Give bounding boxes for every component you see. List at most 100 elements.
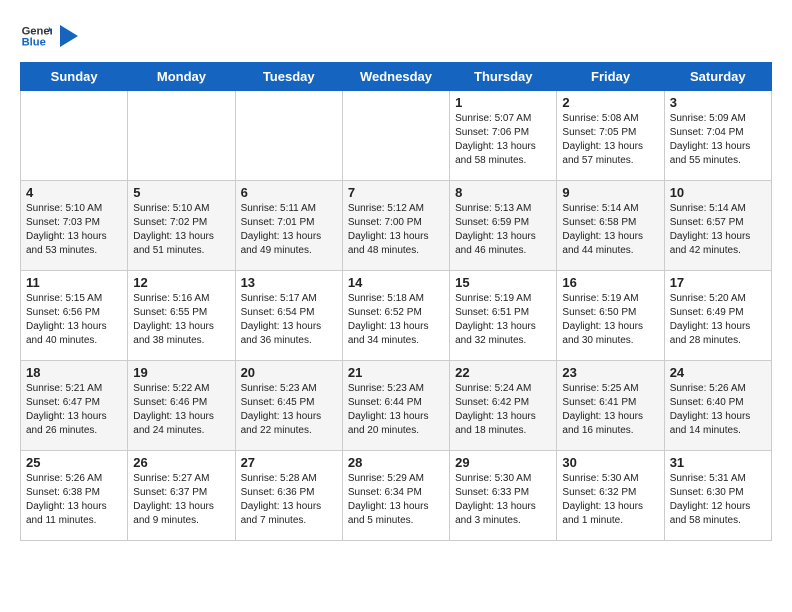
day-number: 28 <box>348 455 444 470</box>
calendar-header: SundayMondayTuesdayWednesdayThursdayFrid… <box>21 63 772 91</box>
calendar-cell: 25Sunrise: 5:26 AM Sunset: 6:38 PM Dayli… <box>21 451 128 541</box>
weekday-header-saturday: Saturday <box>664 63 771 91</box>
day-number: 12 <box>133 275 229 290</box>
cell-content: Sunrise: 5:25 AM Sunset: 6:41 PM Dayligh… <box>562 382 658 438</box>
cell-content: Sunrise: 5:24 AM Sunset: 6:42 PM Dayligh… <box>455 382 551 438</box>
logo: General Blue <box>20 20 78 52</box>
cell-content: Sunrise: 5:21 AM Sunset: 6:47 PM Dayligh… <box>26 382 122 438</box>
calendar-cell: 7 Sunrise: 5:12 AM Sunset: 7:00 PM Daylig… <box>342 181 449 271</box>
cell-content: Sunrise: 5:16 AM Sunset: 6:55 PM Dayligh… <box>133 292 229 348</box>
day-number: 7 <box>348 185 444 200</box>
page-header: General Blue <box>20 20 772 52</box>
cell-content: Sunrise: 5:07 AM Sunset: 7:06 PM Dayligh… <box>455 112 551 168</box>
cell-content: Sunrise: 5:23 AM Sunset: 6:45 PM Dayligh… <box>241 382 337 438</box>
calendar-cell: 4 Sunrise: 5:10 AM Sunset: 7:03 PM Daylig… <box>21 181 128 271</box>
day-number: 10 <box>670 185 766 200</box>
calendar-cell: 3Sunrise: 5:09 AM Sunset: 7:04 PM Daylig… <box>664 91 771 181</box>
calendar-cell: 18Sunrise: 5:21 AM Sunset: 6:47 PM Dayli… <box>21 361 128 451</box>
day-number: 9 <box>562 185 658 200</box>
day-number: 22 <box>455 365 551 380</box>
calendar-week-3: 11 Sunrise: 5:15 AM Sunset: 6:56 PM Dayli… <box>21 271 772 361</box>
cell-content: Sunrise: 5:29 AM Sunset: 6:34 PM Dayligh… <box>348 472 444 528</box>
cell-content: Sunrise: 5:14 AM Sunset: 6:57 PM Dayligh… <box>670 202 766 258</box>
calendar-cell: 28 Sunrise: 5:29 AM Sunset: 6:34 PM Dayli… <box>342 451 449 541</box>
day-number: 29 <box>455 455 551 470</box>
calendar-cell: 21 Sunrise: 5:23 AM Sunset: 6:44 PM Dayli… <box>342 361 449 451</box>
cell-content: Sunrise: 5:31 AM Sunset: 6:30 PM Dayligh… <box>670 472 766 528</box>
cell-content: Sunrise: 5:19 AM Sunset: 6:51 PM Dayligh… <box>455 292 551 348</box>
calendar-cell: 19 Sunrise: 5:22 AM Sunset: 6:46 PM Dayli… <box>128 361 235 451</box>
day-number: 16 <box>562 275 658 290</box>
cell-content: Sunrise: 5:27 AM Sunset: 6:37 PM Dayligh… <box>133 472 229 528</box>
weekday-header-thursday: Thursday <box>450 63 557 91</box>
day-number: 8 <box>455 185 551 200</box>
weekday-header-wednesday: Wednesday <box>342 63 449 91</box>
calendar-week-1: 1 Sunrise: 5:07 AM Sunset: 7:06 PM Daylig… <box>21 91 772 181</box>
weekday-header-sunday: Sunday <box>21 63 128 91</box>
logo-arrow-icon <box>60 25 78 47</box>
calendar-cell: 14Sunrise: 5:18 AM Sunset: 6:52 PM Dayli… <box>342 271 449 361</box>
day-number: 1 <box>455 95 551 110</box>
calendar-cell <box>342 91 449 181</box>
day-number: 11 <box>26 275 122 290</box>
calendar-body: 1 Sunrise: 5:07 AM Sunset: 7:06 PM Daylig… <box>21 91 772 541</box>
calendar-week-5: 25Sunrise: 5:26 AM Sunset: 6:38 PM Dayli… <box>21 451 772 541</box>
svg-text:Blue: Blue <box>22 37 46 49</box>
day-number: 30 <box>562 455 658 470</box>
cell-content: Sunrise: 5:20 AM Sunset: 6:49 PM Dayligh… <box>670 292 766 348</box>
cell-content: Sunrise: 5:30 AM Sunset: 6:33 PM Dayligh… <box>455 472 551 528</box>
day-number: 26 <box>133 455 229 470</box>
calendar-cell: 30 Sunrise: 5:30 AM Sunset: 6:32 PM Dayli… <box>557 451 664 541</box>
cell-content: Sunrise: 5:10 AM Sunset: 7:02 PM Dayligh… <box>133 202 229 258</box>
day-number: 19 <box>133 365 229 380</box>
calendar-cell <box>235 91 342 181</box>
day-number: 31 <box>670 455 766 470</box>
calendar-cell: 22 Sunrise: 5:24 AM Sunset: 6:42 PM Dayli… <box>450 361 557 451</box>
day-number: 13 <box>241 275 337 290</box>
calendar-cell: 29 Sunrise: 5:30 AM Sunset: 6:33 PM Dayli… <box>450 451 557 541</box>
cell-content: Sunrise: 5:12 AM Sunset: 7:00 PM Dayligh… <box>348 202 444 258</box>
calendar-cell: 11 Sunrise: 5:15 AM Sunset: 6:56 PM Dayli… <box>21 271 128 361</box>
logo-icon: General Blue <box>20 20 52 52</box>
cell-content: Sunrise: 5:26 AM Sunset: 6:38 PM Dayligh… <box>26 472 122 528</box>
day-number: 2 <box>562 95 658 110</box>
cell-content: Sunrise: 5:19 AM Sunset: 6:50 PM Dayligh… <box>562 292 658 348</box>
weekday-header-monday: Monday <box>128 63 235 91</box>
calendar-week-2: 4 Sunrise: 5:10 AM Sunset: 7:03 PM Daylig… <box>21 181 772 271</box>
cell-content: Sunrise: 5:22 AM Sunset: 6:46 PM Dayligh… <box>133 382 229 438</box>
day-number: 20 <box>241 365 337 380</box>
day-number: 27 <box>241 455 337 470</box>
cell-content: Sunrise: 5:15 AM Sunset: 6:56 PM Dayligh… <box>26 292 122 348</box>
day-number: 5 <box>133 185 229 200</box>
calendar-cell: 15 Sunrise: 5:19 AM Sunset: 6:51 PM Dayli… <box>450 271 557 361</box>
calendar-week-4: 18Sunrise: 5:21 AM Sunset: 6:47 PM Dayli… <box>21 361 772 451</box>
calendar-cell: 6Sunrise: 5:11 AM Sunset: 7:01 PM Daylig… <box>235 181 342 271</box>
day-number: 4 <box>26 185 122 200</box>
cell-content: Sunrise: 5:11 AM Sunset: 7:01 PM Dayligh… <box>241 202 337 258</box>
cell-content: Sunrise: 5:10 AM Sunset: 7:03 PM Dayligh… <box>26 202 122 258</box>
calendar-cell: 27Sunrise: 5:28 AM Sunset: 6:36 PM Dayli… <box>235 451 342 541</box>
cell-content: Sunrise: 5:26 AM Sunset: 6:40 PM Dayligh… <box>670 382 766 438</box>
day-number: 17 <box>670 275 766 290</box>
cell-content: Sunrise: 5:23 AM Sunset: 6:44 PM Dayligh… <box>348 382 444 438</box>
calendar-cell: 26 Sunrise: 5:27 AM Sunset: 6:37 PM Dayli… <box>128 451 235 541</box>
weekday-header-tuesday: Tuesday <box>235 63 342 91</box>
calendar-cell: 24 Sunrise: 5:26 AM Sunset: 6:40 PM Dayli… <box>664 361 771 451</box>
calendar-cell: 31 Sunrise: 5:31 AM Sunset: 6:30 PM Dayli… <box>664 451 771 541</box>
calendar-cell: 8Sunrise: 5:13 AM Sunset: 6:59 PM Daylig… <box>450 181 557 271</box>
day-number: 15 <box>455 275 551 290</box>
calendar-cell: 2 Sunrise: 5:08 AM Sunset: 7:05 PM Daylig… <box>557 91 664 181</box>
calendar-cell: 1 Sunrise: 5:07 AM Sunset: 7:06 PM Daylig… <box>450 91 557 181</box>
calendar-cell <box>128 91 235 181</box>
svg-text:General: General <box>22 25 52 37</box>
calendar-cell: 12 Sunrise: 5:16 AM Sunset: 6:55 PM Dayli… <box>128 271 235 361</box>
day-number: 24 <box>670 365 766 380</box>
day-number: 21 <box>348 365 444 380</box>
calendar-cell: 23 Sunrise: 5:25 AM Sunset: 6:41 PM Dayli… <box>557 361 664 451</box>
day-number: 23 <box>562 365 658 380</box>
cell-content: Sunrise: 5:18 AM Sunset: 6:52 PM Dayligh… <box>348 292 444 348</box>
day-number: 3 <box>670 95 766 110</box>
cell-content: Sunrise: 5:30 AM Sunset: 6:32 PM Dayligh… <box>562 472 658 528</box>
cell-content: Sunrise: 5:08 AM Sunset: 7:05 PM Dayligh… <box>562 112 658 168</box>
weekday-header-friday: Friday <box>557 63 664 91</box>
